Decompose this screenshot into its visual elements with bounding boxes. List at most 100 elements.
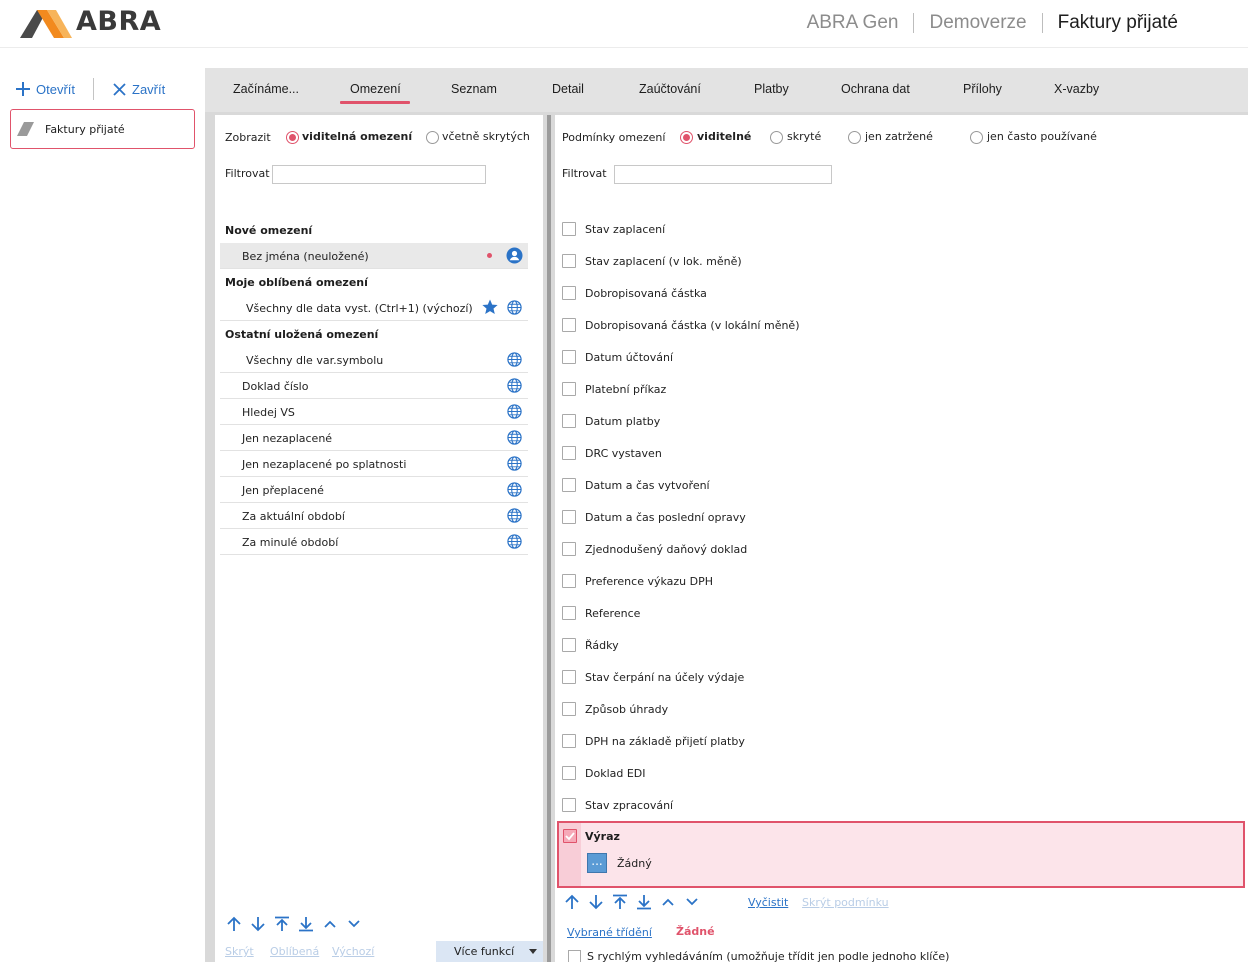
condition-row[interactable]: Dobropisovaná částka (v lokální měně) xyxy=(562,315,800,335)
condition-checkbox[interactable] xyxy=(562,542,576,556)
condition-row[interactable]: DPH na základě přijetí platby xyxy=(562,731,745,751)
star-icon[interactable] xyxy=(482,299,498,315)
panel-splitter[interactable] xyxy=(547,115,551,962)
radio-hidden[interactable] xyxy=(770,131,783,144)
condition-row[interactable]: Platební příkaz xyxy=(562,379,666,399)
condition-row[interactable]: Preference výkazu DPH xyxy=(562,571,713,591)
list-item-unsaved[interactable]: Bez jména (neuložené) xyxy=(220,243,528,269)
condition-row[interactable]: Datum a čas vytvoření xyxy=(562,475,710,495)
radio-visible-restrictions[interactable] xyxy=(286,131,299,144)
condition-checkbox[interactable] xyxy=(562,446,576,460)
default-link[interactable]: Výchozí xyxy=(332,945,374,958)
conditions-filter-input[interactable] xyxy=(614,165,832,184)
hide-link[interactable]: Skrýt xyxy=(225,945,254,958)
chevron-down-icon[interactable] xyxy=(346,916,362,932)
move-bottom-icon[interactable] xyxy=(298,916,314,932)
list-item-label: Jen přeplacené xyxy=(242,484,324,497)
tab-x-vazby[interactable]: X-vazby xyxy=(1054,82,1099,96)
clear-link[interactable]: Vyčistit xyxy=(748,896,788,909)
condition-checkbox[interactable] xyxy=(562,382,576,396)
move-up-icon[interactable] xyxy=(226,916,242,932)
list-item[interactable]: Všechny dle var.symbolu xyxy=(220,347,528,373)
list-item[interactable]: Doklad číslo xyxy=(220,373,528,399)
favorite-link[interactable]: Oblíbená xyxy=(270,945,319,958)
list-item-label: Jen nezaplacené xyxy=(242,432,333,445)
tab-prilohy[interactable]: Přílohy xyxy=(963,82,1002,96)
list-item[interactable]: Hledej VS xyxy=(220,399,528,425)
list-item[interactable]: Jen nezaplacené xyxy=(220,425,528,451)
condition-row[interactable]: Stav zaplacení xyxy=(562,219,665,239)
condition-row[interactable]: Datum účtování xyxy=(562,347,673,367)
move-down-icon[interactable] xyxy=(250,916,266,932)
condition-label: Řádky xyxy=(585,638,619,652)
condition-checkbox[interactable] xyxy=(562,798,576,812)
tab-seznam[interactable]: Seznam xyxy=(451,82,497,96)
tab-omezeni[interactable]: Omezení xyxy=(350,82,401,96)
condition-row[interactable]: Způsob úhrady xyxy=(562,699,668,719)
restrictions-filter-input[interactable] xyxy=(272,165,486,184)
condition-row[interactable]: Stav zpracování xyxy=(562,795,673,815)
radio-checked-only[interactable] xyxy=(848,131,861,144)
expression-checkbox[interactable] xyxy=(563,829,577,843)
tab-zauctovani[interactable]: Zaúčtování xyxy=(639,82,701,96)
condition-checkbox[interactable] xyxy=(562,222,576,236)
condition-row[interactable]: Stav zaplacení (v lok. měně) xyxy=(562,251,742,271)
fast-search-checkbox[interactable] xyxy=(568,950,581,962)
expression-edit-button[interactable]: ... xyxy=(587,853,607,873)
list-item[interactable]: Za minulé období xyxy=(220,529,528,555)
condition-checkbox[interactable] xyxy=(562,254,576,268)
tab-platby[interactable]: Platby xyxy=(754,82,789,96)
condition-checkbox[interactable] xyxy=(562,638,576,652)
condition-checkbox[interactable] xyxy=(562,318,576,332)
move-up-icon[interactable] xyxy=(564,894,580,910)
tab-zaciname[interactable]: Začínáme... xyxy=(233,82,299,96)
chevron-up-icon[interactable] xyxy=(322,916,338,932)
list-item[interactable]: Za aktuální období xyxy=(220,503,528,529)
radio-visible[interactable] xyxy=(680,131,693,144)
condition-row[interactable]: DRC vystaven xyxy=(562,443,662,463)
breadcrumb-item[interactable]: Demoverze xyxy=(929,12,1026,34)
condition-checkbox[interactable] xyxy=(562,574,576,588)
hide-condition-link[interactable]: Skrýt podmínku xyxy=(802,896,889,909)
breadcrumb-item[interactable]: ABRA Gen xyxy=(807,12,899,34)
radio-frequently-used[interactable] xyxy=(970,131,983,144)
condition-checkbox[interactable] xyxy=(562,414,576,428)
condition-checkbox[interactable] xyxy=(562,286,576,300)
condition-row[interactable]: Zjednodušený daňový doklad xyxy=(562,539,747,559)
chevron-down-icon[interactable] xyxy=(684,894,700,910)
condition-row[interactable]: Stav čerpání na účely výdaje xyxy=(562,667,744,687)
condition-checkbox[interactable] xyxy=(562,350,576,364)
document-tab-faktury-prijate[interactable]: Faktury přijaté xyxy=(10,109,195,149)
condition-checkbox[interactable] xyxy=(562,510,576,524)
condition-row[interactable]: Doklad EDI xyxy=(562,763,646,783)
condition-checkbox[interactable] xyxy=(562,766,576,780)
condition-checkbox[interactable] xyxy=(562,478,576,492)
move-bottom-icon[interactable] xyxy=(636,894,652,910)
chevron-up-icon[interactable] xyxy=(660,894,676,910)
move-down-icon[interactable] xyxy=(588,894,604,910)
condition-row[interactable]: Dobropisovaná částka xyxy=(562,283,707,303)
condition-checkbox[interactable] xyxy=(562,606,576,620)
more-functions-button[interactable]: Více funkcí xyxy=(436,941,543,962)
condition-row[interactable]: Datum a čas poslední opravy xyxy=(562,507,746,527)
open-button[interactable]: Otevřít xyxy=(16,82,75,97)
radio-hidden-label: skryté xyxy=(787,130,822,143)
left-reorder-arrows xyxy=(226,916,362,932)
tab-ochrana-dat[interactable]: Ochrana dat xyxy=(841,82,910,96)
condition-row[interactable]: Řádky xyxy=(562,635,619,655)
move-top-icon[interactable] xyxy=(274,916,290,932)
condition-checkbox[interactable] xyxy=(562,670,576,684)
condition-row[interactable]: Datum platby xyxy=(562,411,660,431)
condition-row[interactable]: Reference xyxy=(562,603,640,623)
list-item-favorite[interactable]: Všechny dle data vyst. (Ctrl+1) (výchozí… xyxy=(220,295,528,321)
tab-detail[interactable]: Detail xyxy=(552,82,584,96)
condition-checkbox[interactable] xyxy=(562,702,576,716)
radio-including-hidden[interactable] xyxy=(426,131,439,144)
list-item[interactable]: Jen nezaplacené po splatnosti xyxy=(220,451,528,477)
move-top-icon[interactable] xyxy=(612,894,628,910)
close-button[interactable]: Zavřít xyxy=(113,82,165,97)
list-item[interactable]: Jen přeplacené xyxy=(220,477,528,503)
section-new-restriction: Nové omezení xyxy=(225,224,313,237)
condition-checkbox[interactable] xyxy=(562,734,576,748)
selected-sorting-link[interactable]: Vybrané třídění xyxy=(567,926,652,939)
